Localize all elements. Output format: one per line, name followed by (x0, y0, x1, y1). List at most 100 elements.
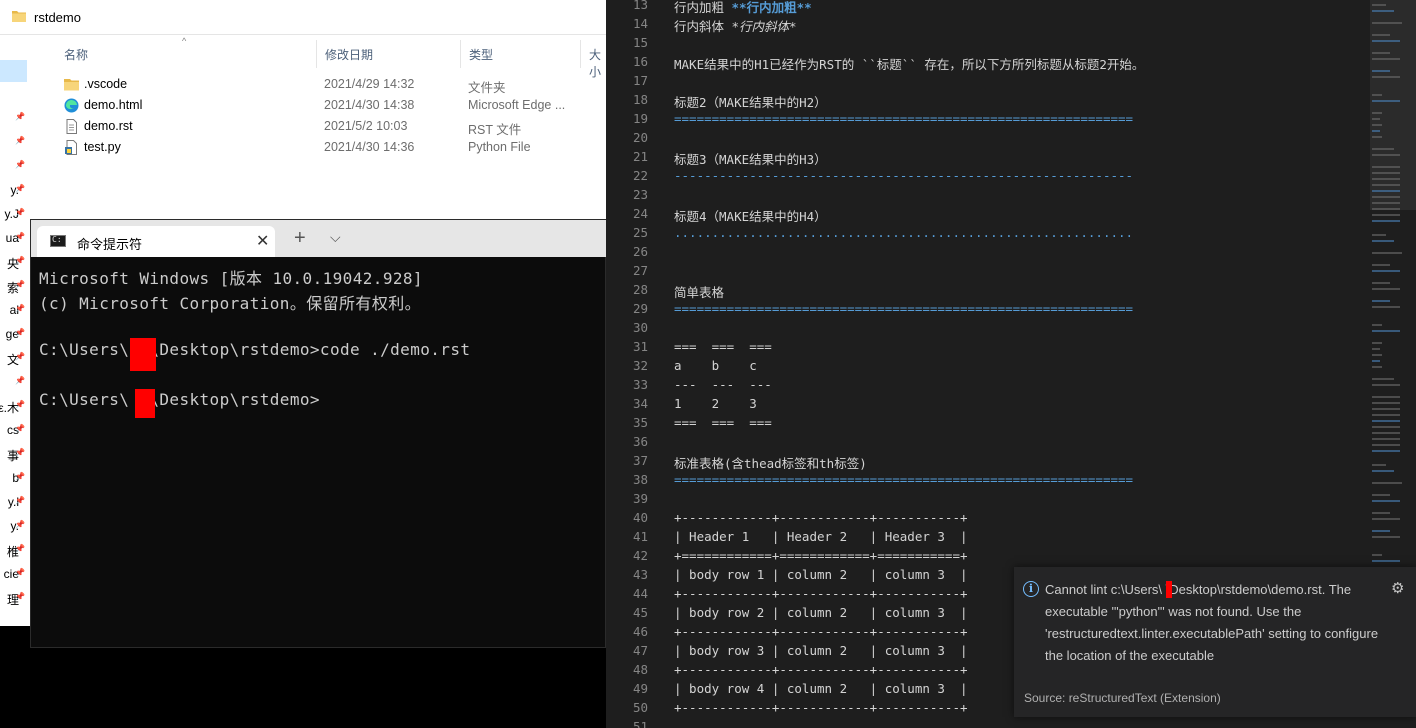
minimap-line (1372, 560, 1400, 562)
code-line[interactable]: | Header 1 | Header 2 | Header 3 | (674, 529, 968, 544)
column-header-type[interactable]: 类型 (469, 46, 493, 63)
code-line[interactable]: +------------+------------+-----------+ (674, 700, 968, 715)
minimap-line (1372, 554, 1382, 556)
column-header-size[interactable]: 大小 (589, 46, 606, 80)
line-number: 27 (632, 263, 648, 278)
close-icon[interactable]: ✕ (256, 231, 269, 251)
nav-pane-item[interactable]: cie 📌 (0, 564, 27, 586)
code-line[interactable]: 标题4（MAKE结果中的H4） (674, 206, 827, 225)
code-line[interactable]: 1 2 3 (674, 396, 757, 411)
code-line[interactable]: --- --- --- (674, 377, 772, 392)
code-line[interactable]: ========================================… (674, 111, 1133, 126)
column-divider[interactable] (460, 40, 461, 68)
chevron-down-icon[interactable]: ⌵ (330, 229, 341, 246)
code-line[interactable]: ========================================… (674, 301, 1133, 316)
nav-pane-item[interactable]: y. 📌 (0, 180, 27, 202)
folder-icon (12, 11, 26, 22)
nav-pane-item[interactable] (0, 36, 27, 58)
code-line[interactable]: === === === (674, 415, 772, 430)
code-text: +------------+------------+-----------+ (674, 586, 968, 601)
code-line[interactable]: +------------+------------+-----------+ (674, 624, 968, 639)
column-divider[interactable] (316, 40, 317, 68)
nav-pane-item[interactable]: y. 📌 (0, 516, 27, 538)
terminal-tab-bar: 命令提示符 ✕ + ⌵ (31, 220, 607, 257)
minimap-line (1372, 300, 1390, 302)
column-header-modified[interactable]: 修改日期 (325, 46, 373, 63)
column-divider[interactable] (580, 40, 581, 68)
code-text: ........................................… (674, 225, 1134, 240)
nav-pane-item[interactable]: al 📌 (0, 300, 27, 322)
code-line[interactable]: | body row 3 | column 2 | column 3 | (674, 643, 968, 658)
code-line[interactable]: +------------+------------+-----------+ (674, 662, 968, 677)
code-line[interactable]: MAKE结果中的H1已经作为RST的 ``标题`` 存在，所以下方所列标题从标题… (674, 54, 1144, 73)
code-line[interactable]: | body row 1 | column 2 | column 3 | (674, 567, 968, 582)
file-modified-date: 2021/4/30 14:36 (324, 140, 415, 154)
minimap-line (1372, 518, 1400, 520)
line-number: 35 (632, 415, 648, 430)
redaction-mark (1166, 581, 1172, 598)
line-number: 28 (632, 282, 648, 297)
explorer-titlebar[interactable]: rstdemo (0, 0, 606, 35)
nav-pane-item[interactable]: 事 📌 (0, 444, 27, 466)
nav-pane-item[interactable]: ge 📌 (0, 324, 27, 346)
code-line[interactable]: ----------------------------------------… (674, 168, 1133, 183)
code-line[interactable]: +============+============+===========+ (674, 548, 968, 563)
terminal-prompt-line: C:\Users\ \Desktop\rstdemo> (39, 390, 320, 409)
tab-command-prompt[interactable]: 命令提示符 ✕ (37, 226, 275, 257)
nav-pane-item[interactable]: 理 📌 (0, 588, 27, 610)
code-line[interactable]: +------------+------------+-----------+ (674, 586, 968, 601)
gear-icon[interactable]: ⚙ (1391, 579, 1404, 597)
nav-pane-item[interactable] (0, 84, 27, 106)
code-line[interactable]: 标准表格(含thead标签和th标签) (674, 453, 867, 472)
file-row[interactable]: test.py 2021/4/30 14:36 Python File (28, 137, 578, 158)
navigation-pane[interactable]: 📌 📌 📌 y. 📌 y.J 📌 ua 📌 央 📌 索 📌 al 📌 ge 📌 文 📌 📌 ε.木 📌 cs 📌 事 📌 b 📌 y.l… (0, 36, 27, 626)
nav-pane-item[interactable]: 📌 (0, 156, 27, 178)
pin-icon: 📌 (15, 136, 25, 145)
line-number: 50 (632, 700, 648, 715)
line-number: 36 (632, 434, 648, 449)
nav-pane-item[interactable]: b 📌 (0, 468, 27, 490)
code-line[interactable]: 行内加粗 **行内加粗** (674, 0, 812, 16)
nav-pane-item[interactable] (0, 60, 27, 82)
code-line[interactable]: 标题3（MAKE结果中的H3） (674, 149, 827, 168)
command-prompt-window: 命令提示符 ✕ + ⌵ Microsoft Windows [版本 10.0.1… (30, 219, 607, 648)
nav-pane-item[interactable]: 椎 📌 (0, 540, 27, 562)
nav-pane-item[interactable]: ε.木 📌 (0, 396, 27, 418)
code-line[interactable]: | body row 4 | column 2 | column 3 | (674, 681, 968, 696)
line-number: 47 (632, 643, 648, 658)
code-line[interactable]: a b c (674, 358, 757, 373)
nav-pane-item[interactable]: y.l 📌 (0, 492, 27, 514)
code-line[interactable]: 行内斜体 *行内斜体* (674, 16, 797, 35)
minimap-line (1372, 76, 1400, 78)
file-row[interactable]: demo.rst 2021/5/2 10:03 RST 文件 (28, 116, 578, 137)
code-line[interactable]: ========================================… (674, 472, 1133, 487)
nav-pane-item[interactable]: cs 📌 (0, 420, 27, 442)
nav-pane-item[interactable]: 文 📌 (0, 348, 27, 370)
nav-pane-item[interactable]: 📌 (0, 372, 27, 394)
code-line[interactable]: | body row 2 | column 2 | column 3 | (674, 605, 968, 620)
minimap-line (1372, 464, 1386, 466)
minimap-line (1372, 420, 1400, 422)
nav-pane-item[interactable]: 央 📌 (0, 252, 27, 274)
file-row[interactable]: .vscode 2021/4/29 14:32 文件夹 (28, 74, 578, 95)
nav-pane-item[interactable]: 索 📌 (0, 276, 27, 298)
line-number: 15 (632, 35, 648, 50)
minimap-line (1372, 378, 1394, 380)
nav-pane-item[interactable]: ua 📌 (0, 228, 27, 250)
new-tab-plus-icon[interactable]: + (294, 227, 306, 250)
line-number: 20 (632, 130, 648, 145)
file-row[interactable]: demo.html 2021/4/30 14:38 Microsoft Edge .… (28, 95, 578, 116)
code-line[interactable]: ........................................… (674, 225, 1133, 240)
minimap-line (1372, 530, 1390, 532)
code-line[interactable]: === === === (674, 339, 772, 354)
code-line[interactable]: 简单表格 (674, 282, 724, 301)
code-line[interactable]: 标题2（MAKE结果中的H2） (674, 92, 827, 111)
code-line[interactable]: +------------+------------+-----------+ (674, 510, 968, 525)
nav-pane-item[interactable]: y.J 📌 (0, 204, 27, 226)
nav-pane-item[interactable]: 📌 (0, 108, 27, 130)
column-header-name[interactable]: 名称 (64, 46, 88, 63)
minimap-line (1372, 136, 1382, 138)
nav-pane-item[interactable]: 📌 (0, 132, 27, 154)
terminal-output[interactable]: Microsoft Windows [版本 10.0.19042.928] (c… (39, 265, 599, 645)
pin-icon: 📌 (15, 544, 25, 553)
